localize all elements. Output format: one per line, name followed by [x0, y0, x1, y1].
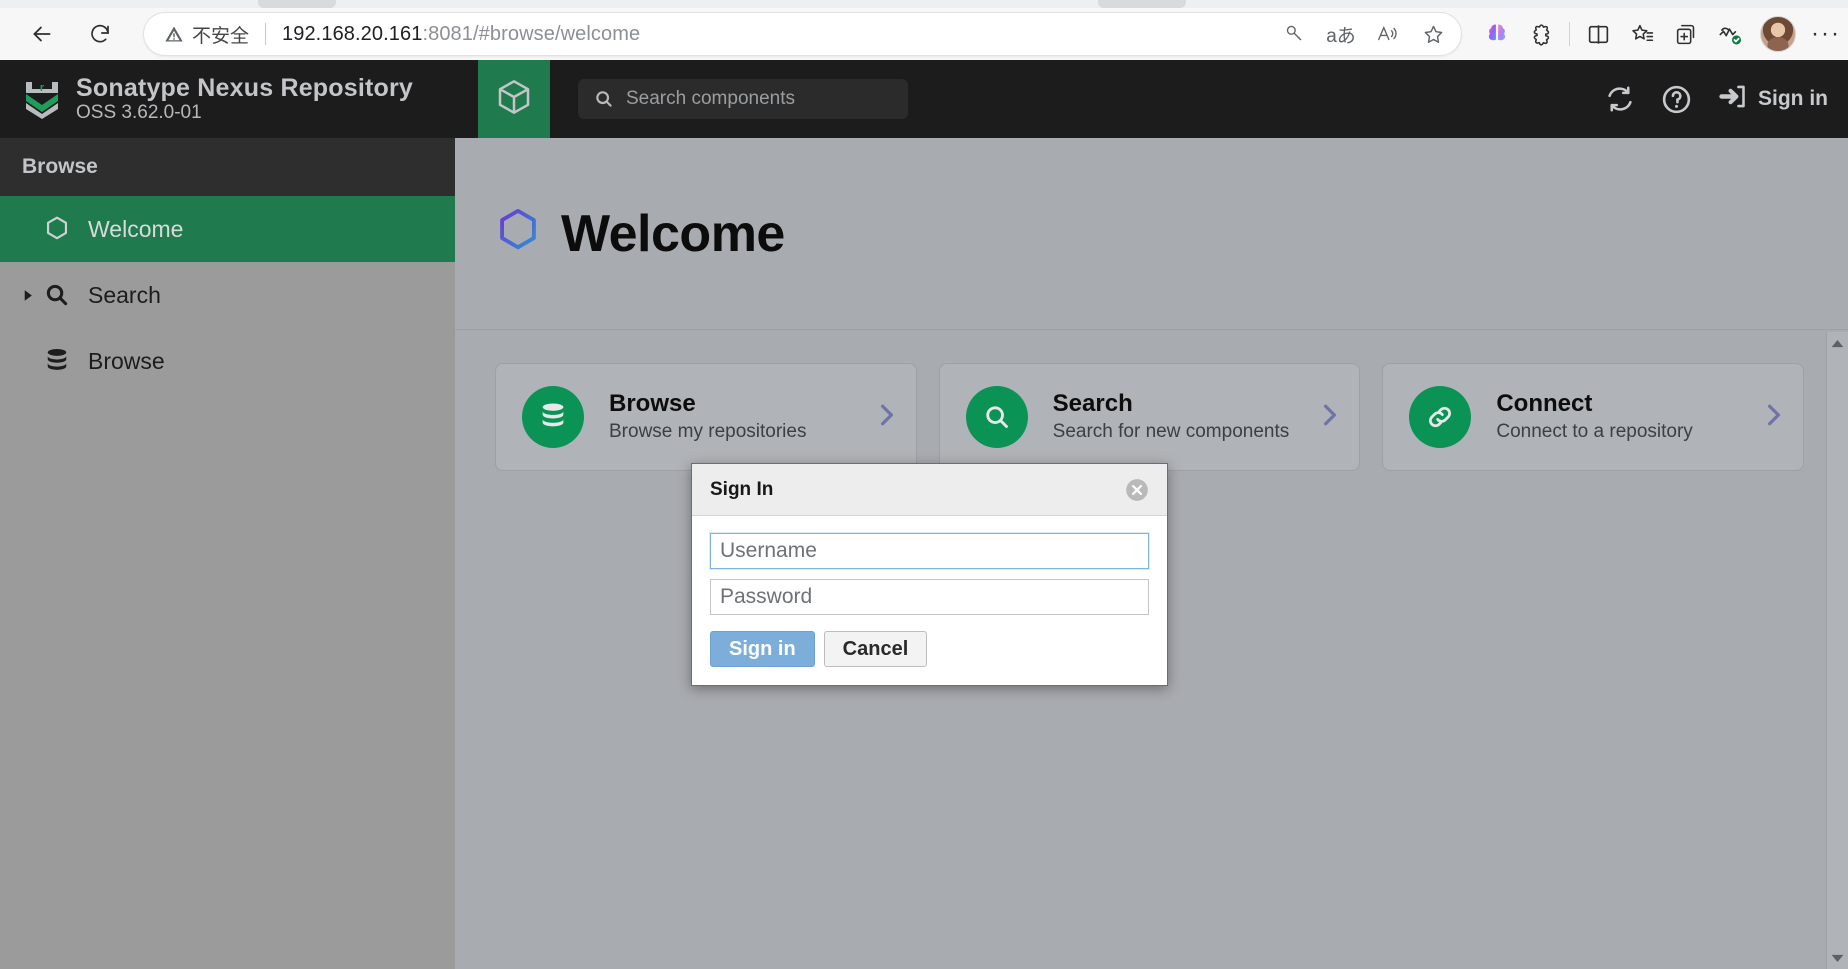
- app-version: OSS 3.62.0-01: [76, 101, 202, 123]
- reload-icon[interactable]: [80, 14, 120, 54]
- dialog-header: Sign In: [692, 464, 1167, 516]
- favorite-star-icon[interactable]: [1415, 16, 1451, 52]
- page-title: Welcome: [561, 204, 785, 263]
- sign-in-arrow-icon: [1717, 81, 1748, 117]
- card-subtitle: Search for new components: [1052, 421, 1290, 443]
- browser-tab-partial-1[interactable]: [258, 0, 336, 8]
- chevron-right-icon: [1763, 400, 1785, 435]
- sign-in-dialog: Sign In Sign in Cancel: [691, 463, 1168, 686]
- dialog-buttons: Sign in Cancel: [710, 631, 1149, 667]
- extensions-icon[interactable]: [1519, 14, 1563, 54]
- sidebar-item-welcome[interactable]: Welcome: [0, 196, 455, 262]
- favorites-icon[interactable]: [1620, 14, 1664, 54]
- svg-text:r: r: [40, 82, 45, 94]
- card-browse[interactable]: Browse Browse my repositories: [495, 363, 917, 471]
- sidebar: Browse Welcome Search Browse: [0, 138, 455, 969]
- nexus-chevron-logo: r: [22, 78, 62, 120]
- password-input[interactable]: [710, 579, 1149, 615]
- sidebar-item-label: Welcome: [88, 215, 184, 242]
- back-arrow-icon[interactable]: [22, 14, 62, 54]
- search-icon: [44, 282, 78, 308]
- quick-action-cards: Browse Browse my repositories Search Sea…: [455, 330, 1848, 471]
- sign-in-submit-button[interactable]: Sign in: [710, 631, 815, 667]
- search-icon: [594, 89, 614, 109]
- expand-triangle-icon[interactable]: [22, 289, 44, 302]
- app-top-bar: r Sonatype Nexus Repository OSS 3.62.0-0…: [0, 60, 1848, 152]
- address-bar[interactable]: 不安全 192.168.20.161:8081/#browse/welcome …: [144, 13, 1461, 55]
- cancel-button[interactable]: Cancel: [823, 631, 928, 667]
- scroll-down-arrow[interactable]: [1827, 947, 1848, 969]
- link-icon: [1409, 386, 1472, 448]
- close-circle-icon[interactable]: [1123, 476, 1151, 504]
- search-icon: [965, 386, 1028, 448]
- url-text: 192.168.20.161:8081/#browse/welcome: [282, 23, 640, 46]
- cube-icon: [494, 76, 534, 123]
- copilot-icon[interactable]: [1475, 14, 1519, 54]
- card-connect[interactable]: Connect Connect to a repository: [1382, 363, 1805, 471]
- sidebar-item-search[interactable]: Search: [0, 262, 455, 328]
- profile-avatar[interactable]: [1760, 16, 1796, 52]
- help-circle-icon[interactable]: [1660, 83, 1693, 116]
- search-components-input[interactable]: Search components: [578, 79, 908, 119]
- hexagon-gradient-icon: [495, 206, 541, 261]
- sign-in-label: Sign in: [1758, 87, 1828, 110]
- collections-icon[interactable]: [1664, 14, 1708, 54]
- read-aloud-icon[interactable]: [1369, 16, 1405, 52]
- page-header: Welcome: [455, 138, 1848, 330]
- search-placeholder: Search components: [626, 88, 795, 109]
- card-subtitle: Connect to a repository: [1496, 421, 1693, 443]
- card-search[interactable]: Search Search for new components: [938, 363, 1361, 471]
- settings-more-icon[interactable]: ···: [1804, 14, 1848, 54]
- browse-tab-button[interactable]: [478, 60, 550, 138]
- app-title: Sonatype Nexus Repository: [76, 73, 414, 102]
- key-icon[interactable]: [1277, 16, 1313, 52]
- dialog-body: Sign in Cancel: [692, 516, 1167, 685]
- split-screen-icon[interactable]: [1576, 14, 1620, 54]
- browser-chrome: 不安全 192.168.20.161:8081/#browse/welcome …: [0, 0, 1848, 60]
- chevron-right-icon: [1319, 400, 1341, 435]
- browser-essentials-icon[interactable]: [1708, 14, 1752, 54]
- translate-icon[interactable]: aあ: [1323, 16, 1359, 52]
- omnibox-separator: [265, 23, 267, 45]
- browser-tab-partial-2[interactable]: [1098, 0, 1186, 8]
- database-icon: [522, 386, 584, 448]
- card-title: Browse: [609, 390, 696, 418]
- url-host: 192.168.20.161: [282, 22, 423, 45]
- app-actions: Sign in: [1580, 60, 1828, 138]
- url-path: :8081/#browse/welcome: [422, 22, 641, 45]
- sidebar-header-label: Browse: [22, 155, 98, 178]
- username-input[interactable]: [710, 533, 1149, 569]
- refresh-icon[interactable]: [1604, 83, 1636, 115]
- chevron-right-icon: [876, 400, 898, 435]
- database-icon: [44, 347, 78, 375]
- sidebar-item-label: Browse: [88, 347, 165, 374]
- sidebar-item-label: Search: [88, 281, 161, 308]
- card-title: Search: [1052, 390, 1133, 418]
- card-subtitle: Browse my repositories: [609, 421, 807, 443]
- nexus-app: r Sonatype Nexus Repository OSS 3.62.0-0…: [0, 60, 1848, 969]
- hexagon-icon: [44, 215, 78, 243]
- sidebar-item-browse[interactable]: Browse: [0, 328, 455, 394]
- sign-in-button[interactable]: Sign in: [1717, 81, 1828, 117]
- card-title: Connect: [1496, 390, 1593, 418]
- toolbar-divider: [1569, 22, 1570, 46]
- content-scrollbar[interactable]: [1826, 332, 1848, 969]
- dialog-title: Sign In: [710, 478, 774, 500]
- not-secure-warning-icon: [164, 24, 184, 44]
- app-brand[interactable]: r Sonatype Nexus Repository OSS 3.62.0-0…: [0, 60, 455, 138]
- tab-strip: [0, 0, 1848, 8]
- scroll-up-arrow[interactable]: [1827, 332, 1848, 354]
- sidebar-header: Browse: [0, 138, 455, 196]
- security-status-label: 不安全: [192, 25, 250, 47]
